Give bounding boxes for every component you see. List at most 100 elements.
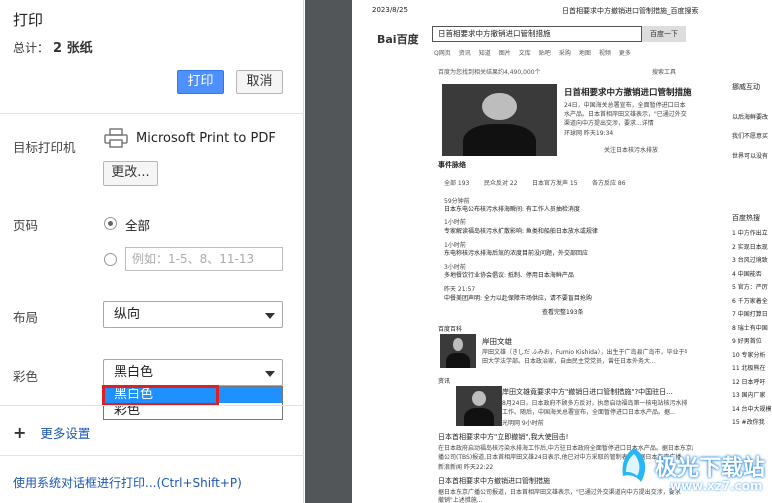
page-header-date: 2023/8/25	[372, 6, 408, 14]
result-count: 百度为您找到相关结果约4,490,000个	[438, 69, 541, 76]
print-button[interactable]: 打印	[177, 70, 224, 94]
plus-icon: +	[13, 423, 27, 442]
watermark-url: www.xz7.com	[670, 479, 763, 493]
side-rank-item: 8 瑞士有中国	[732, 324, 768, 332]
nav-item: 视频	[598, 50, 611, 57]
side-item: 我们不愿意买	[732, 133, 769, 140]
printer-icon	[104, 128, 128, 148]
nav-item: 采购	[558, 50, 571, 57]
destination-label: 目标打印机	[13, 140, 76, 155]
news-text: 8月24日，日本政府不顾多方反对，执意启动福岛第一核电站核污水排海	[502, 400, 687, 407]
baike-label: 百度百科	[438, 326, 463, 333]
events-title: 事件脉络	[438, 161, 466, 169]
side-item: 以后海鲜要改	[732, 114, 769, 121]
baike-text: 田大学法学部。日本政治家，自由民主党党员，曾任日本外务大...	[482, 358, 656, 365]
highlight-box	[102, 385, 219, 406]
side-rank-item: 12 日本呼吁	[732, 378, 766, 386]
side-rank-item: 6 千万家着全	[732, 297, 768, 305]
color-select[interactable]: 黑白色	[103, 359, 283, 386]
result-source: 新浪新闻 昨天22:22	[438, 464, 494, 471]
watermark-text: 极光下载站	[655, 456, 766, 481]
layout-value: 纵向	[114, 307, 141, 322]
chevron-down-icon	[265, 371, 275, 377]
event-text: 专家解读福岛核污水扩散影响: 鱼类和船舶日本放水或规律	[444, 228, 598, 235]
side-rank-item: 9 好男首位	[732, 338, 762, 345]
event-tab: 各方反应 86	[592, 180, 626, 187]
event-text: 中餐美团声明: 全力以赴保障市场供应，请不要盲目抢购	[444, 295, 592, 302]
side-rank-title: 百度热搜	[732, 214, 760, 222]
color-label: 彩色	[13, 369, 39, 384]
event-tab: 民众反对 22	[484, 180, 518, 187]
print-settings-panel: 打印 总计： 2 张纸 打印 取消 目标打印机 Microsoft Print t…	[0, 0, 304, 503]
print-title: 打印	[13, 11, 44, 29]
side-rank-item: 10 专家分析	[732, 351, 766, 359]
preview-page: 2023/8/25 日首相要求中方撤销进口管制措施_百度搜索 Bai百度 日首相…	[352, 0, 772, 503]
side-rank-item: 4 中国能否	[732, 270, 762, 278]
cancel-button[interactable]: 取消	[236, 70, 283, 94]
total-sheets: 总计： 2 张纸	[13, 37, 93, 56]
pages-label: 页码	[13, 218, 39, 233]
more-events-link: 查看完整193条	[542, 309, 584, 316]
search-nav: Q网页 资讯 知道 图片 文库 贴吧 采购 地图 视频 更多	[434, 48, 639, 57]
nav-item: 知道	[478, 50, 491, 57]
watermark-logo	[622, 448, 646, 482]
chevron-down-icon	[265, 313, 275, 319]
nav-item: 更多	[618, 50, 631, 57]
change-printer-button[interactable]: 更改...	[103, 161, 158, 186]
side-rank-item: 11 北极熊在	[732, 365, 766, 372]
system-dialog-link[interactable]: 使用系统对话框进行打印...(Ctrl+Shift+P)	[13, 474, 242, 491]
total-value: 2 张纸	[53, 41, 93, 56]
side-rank-item: 13 国内厂家	[732, 392, 766, 399]
divider	[0, 455, 304, 456]
side-item: 世界可以没有	[732, 153, 769, 160]
baike-photo	[440, 334, 476, 368]
side-rank-item: 2 实现日本现	[732, 243, 768, 251]
pages-all-label: 全部	[125, 218, 151, 233]
card-source: 环球网 昨天19:34	[564, 130, 614, 137]
news-source: 光明网 9小时前	[502, 420, 544, 427]
side-rank-item: 15 #改你我	[732, 419, 765, 426]
color-value: 黑白色	[114, 365, 154, 380]
nav-item: Q网页	[434, 50, 451, 57]
nav-item: 地图	[578, 50, 591, 57]
pages-all-radio[interactable]	[104, 217, 117, 230]
card-snippet: 水产品。日本首相岸田文雄表示，"已通过外交	[564, 111, 687, 118]
card-follow: 关注日本核污水排放	[604, 147, 659, 154]
search-button: 百度一下	[642, 26, 686, 42]
event-time: 昨天 21:57	[444, 286, 476, 293]
news-label: 资讯	[438, 378, 451, 385]
nav-item: 贴吧	[538, 50, 551, 57]
baike-title: 岸田文雄	[482, 337, 512, 346]
pages-range-input[interactable]: 例如：1-5、8、11-13	[125, 247, 283, 271]
event-time: 1小时前	[444, 219, 466, 226]
side-rank-item: 1 中方作出立	[732, 230, 768, 237]
baike-text: 岸田文雄（きしだ ふみお，Fumio Kishida），出生于广岛县广岛市，毕业…	[482, 349, 687, 356]
result-title: 日本首相要求中方撤销进口管制措施	[438, 477, 550, 485]
search-input: 日首相要求中方撤销进口管制措施	[432, 26, 642, 42]
news-thumb	[456, 386, 502, 426]
news-text: 工作。随后，中国海关总署宣布，全面暂停进口日本水产品。据...	[502, 409, 676, 416]
card-snippet: 24日，中国海关总署宣布，全面暂停进口日本	[564, 102, 686, 109]
layout-label: 布局	[13, 310, 39, 325]
printer-name: Microsoft Print to PDF	[136, 131, 276, 146]
side-title: 挪威互动	[732, 83, 760, 91]
card-title: 日首相要求中方撤销进口管制措施	[564, 88, 692, 98]
layout-select[interactable]: 纵向	[103, 301, 283, 328]
divider	[0, 113, 304, 114]
side-rank-item: 3 台风过境致	[732, 257, 768, 264]
pages-custom-radio[interactable]	[104, 253, 117, 266]
total-label: 总计：	[13, 41, 50, 55]
news-title: 岸田文雄竟要求中方"撤销日进口管制措施"?中国驻日...	[502, 388, 673, 396]
event-tab: 日本官方发声 15	[532, 180, 578, 187]
event-text: 东电称核污水排海后氚的浓度目前没问题，外交部回应	[444, 250, 589, 257]
card-snippet: 渠道向中方提出交涉，要求...详情	[564, 120, 654, 127]
side-rank-item: 5 官方：严厉	[732, 284, 768, 291]
nav-item: 资讯	[458, 50, 471, 57]
event-text: 多地餐饮行业协会倡议: 抵制、停用日本海鲜产品	[444, 272, 574, 279]
news-photo	[442, 84, 557, 156]
event-text: 日本东电公布核污水排海瞬间: 有工作人员抽检消度	[444, 206, 580, 213]
search-tools: 搜索工具	[652, 69, 677, 76]
page-header-title: 日首相要求中方撤销进口管制措施_百度搜索	[562, 7, 699, 15]
more-settings-link[interactable]: + 更多设置	[13, 423, 90, 442]
event-tab: 全部 193	[444, 180, 470, 187]
